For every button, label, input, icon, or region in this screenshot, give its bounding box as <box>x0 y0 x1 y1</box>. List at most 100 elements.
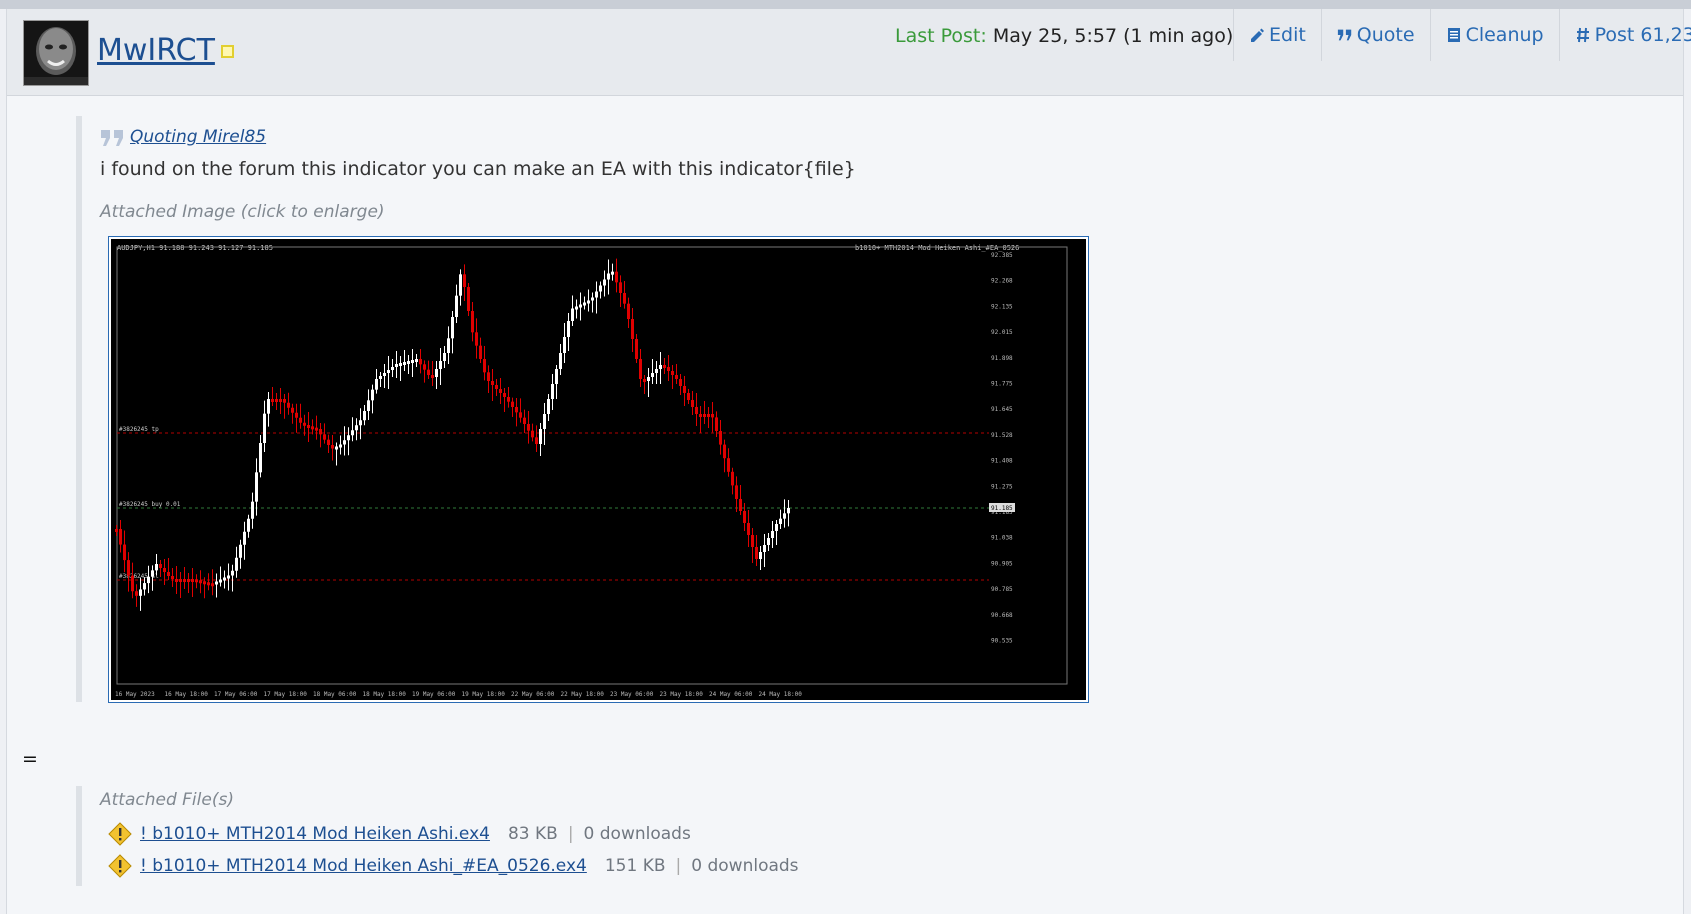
price-tick-label: 91.645 <box>991 406 1013 413</box>
bullish-candle <box>459 274 462 296</box>
username-link[interactable]: MwIRCT <box>97 33 215 68</box>
attachment-row: ! b1010+ MTH2014 Mod Heiken Ashi_#EA_052… <box>108 854 799 878</box>
time-tick-label: 18 May 18:00 <box>363 691 407 698</box>
bearish-candle <box>299 417 302 423</box>
bullish-candle <box>659 365 662 369</box>
quoting-user-link[interactable]: Quoting Mirel85 <box>130 127 266 147</box>
bearish-candle <box>635 339 638 359</box>
bullish-candle <box>547 399 550 414</box>
bearish-candle <box>723 444 726 459</box>
bearish-candle <box>307 425 310 428</box>
bullish-candle <box>591 297 594 301</box>
bullish-candle <box>767 538 770 545</box>
warning-icon <box>108 854 132 878</box>
bullish-candle <box>247 518 250 532</box>
bullish-candle <box>339 444 342 448</box>
bullish-candle <box>391 367 394 370</box>
bearish-candle <box>691 400 694 407</box>
hash-icon <box>1575 26 1591 44</box>
bearish-candle <box>499 389 502 393</box>
bearish-candle <box>159 564 162 568</box>
bearish-candle <box>167 572 170 576</box>
bearish-candle <box>531 430 534 438</box>
avatar[interactable] <box>23 20 89 86</box>
bullish-candle <box>647 377 650 381</box>
bearish-candle <box>507 397 510 402</box>
bullish-candle <box>399 363 402 366</box>
bullish-candle <box>335 446 338 450</box>
bullish-candle <box>395 364 398 367</box>
bearish-candle <box>327 439 330 445</box>
bearish-candle <box>679 379 682 386</box>
bullish-candle <box>343 440 346 445</box>
bullish-candle <box>759 552 762 559</box>
time-tick-label: 22 May 06:00 <box>511 691 555 698</box>
bullish-candle <box>223 577 226 581</box>
bullish-candle <box>539 429 542 444</box>
bullish-candle <box>263 413 266 443</box>
bearish-candle <box>743 511 746 523</box>
attached-chart-image[interactable]: AUDJPY,H1 91.188 91.243 91.127 91.185 b1… <box>108 236 1089 703</box>
last-post-info: Last Post: May 25, 5:57 (1 min ago) <box>895 25 1233 47</box>
quote-icon <box>1337 26 1353 44</box>
bullish-candle <box>411 360 414 363</box>
cleanup-icon <box>1446 26 1462 44</box>
bearish-candle <box>511 401 514 407</box>
time-tick-label: 17 May 06:00 <box>214 691 258 698</box>
bearish-candle <box>727 458 730 472</box>
bearish-candle <box>731 471 734 486</box>
bullish-candle <box>347 435 350 441</box>
bullish-candle <box>355 425 358 431</box>
bullish-candle <box>783 513 786 519</box>
attachment-file-link[interactable]: ! b1010+ MTH2014 Mod Heiken Ashi.ex4 <box>140 824 490 844</box>
time-tick-label: 22 May 18:00 <box>561 691 605 698</box>
price-tick-label: 92.385 <box>991 252 1013 259</box>
bullish-candle <box>651 373 654 377</box>
time-tick-label: 23 May 06:00 <box>610 691 654 698</box>
bullish-candle <box>599 285 602 292</box>
chart-header-left: AUDJPY,H1 91.188 91.243 91.127 91.185 <box>117 244 273 252</box>
bearish-candle <box>423 364 426 370</box>
bullish-candle <box>771 531 774 538</box>
bearish-candle <box>323 434 326 440</box>
attachments-bar <box>76 786 82 886</box>
online-status-icon <box>221 45 234 58</box>
bullish-candle <box>359 420 362 426</box>
bullish-candle <box>415 359 418 362</box>
bearish-candle <box>683 386 686 393</box>
bearish-candle <box>275 399 278 402</box>
price-tick-label: 91.408 <box>991 458 1013 465</box>
bearish-candle <box>523 417 526 424</box>
price-tick-label: 91.528 <box>991 432 1013 439</box>
attachment-file-link[interactable]: ! b1010+ MTH2014 Mod Heiken Ashi_#EA_052… <box>140 856 587 876</box>
price-tick-label: 90.905 <box>991 560 1013 567</box>
bullish-candle <box>407 361 410 364</box>
bearish-candle <box>131 575 134 592</box>
bearish-candle <box>615 271 618 283</box>
bullish-candle <box>655 369 658 373</box>
post-number-link[interactable]: Post 61,233 <box>1558 9 1691 61</box>
bearish-candle <box>747 523 750 535</box>
bullish-candle <box>143 583 146 590</box>
bullish-candle <box>443 353 446 361</box>
bullish-candle <box>215 581 218 585</box>
bearish-candle <box>671 371 674 375</box>
time-tick-label: 16 May 18:00 <box>165 691 209 698</box>
bearish-candle <box>431 375 434 378</box>
cleanup-button[interactable]: Cleanup <box>1429 9 1559 61</box>
bearish-candle <box>295 412 298 418</box>
divider: | <box>675 856 682 876</box>
post-header: MwIRCT Last Post: May 25, 5:57 (1 min ag… <box>7 9 1691 96</box>
bearish-candle <box>527 424 530 431</box>
bullish-candle <box>603 279 606 286</box>
bearish-candle <box>187 579 190 582</box>
price-tick-label: 91.898 <box>991 355 1013 362</box>
bullish-candle <box>235 557 238 571</box>
pencil-icon <box>1249 26 1265 44</box>
time-tick-label: 19 May 18:00 <box>462 691 506 698</box>
bearish-candle <box>315 427 318 431</box>
price-tick-label: 91.038 <box>991 535 1013 542</box>
bearish-candle <box>471 311 474 333</box>
edit-button[interactable]: Edit <box>1233 9 1321 61</box>
quote-button[interactable]: Quote <box>1320 9 1430 61</box>
